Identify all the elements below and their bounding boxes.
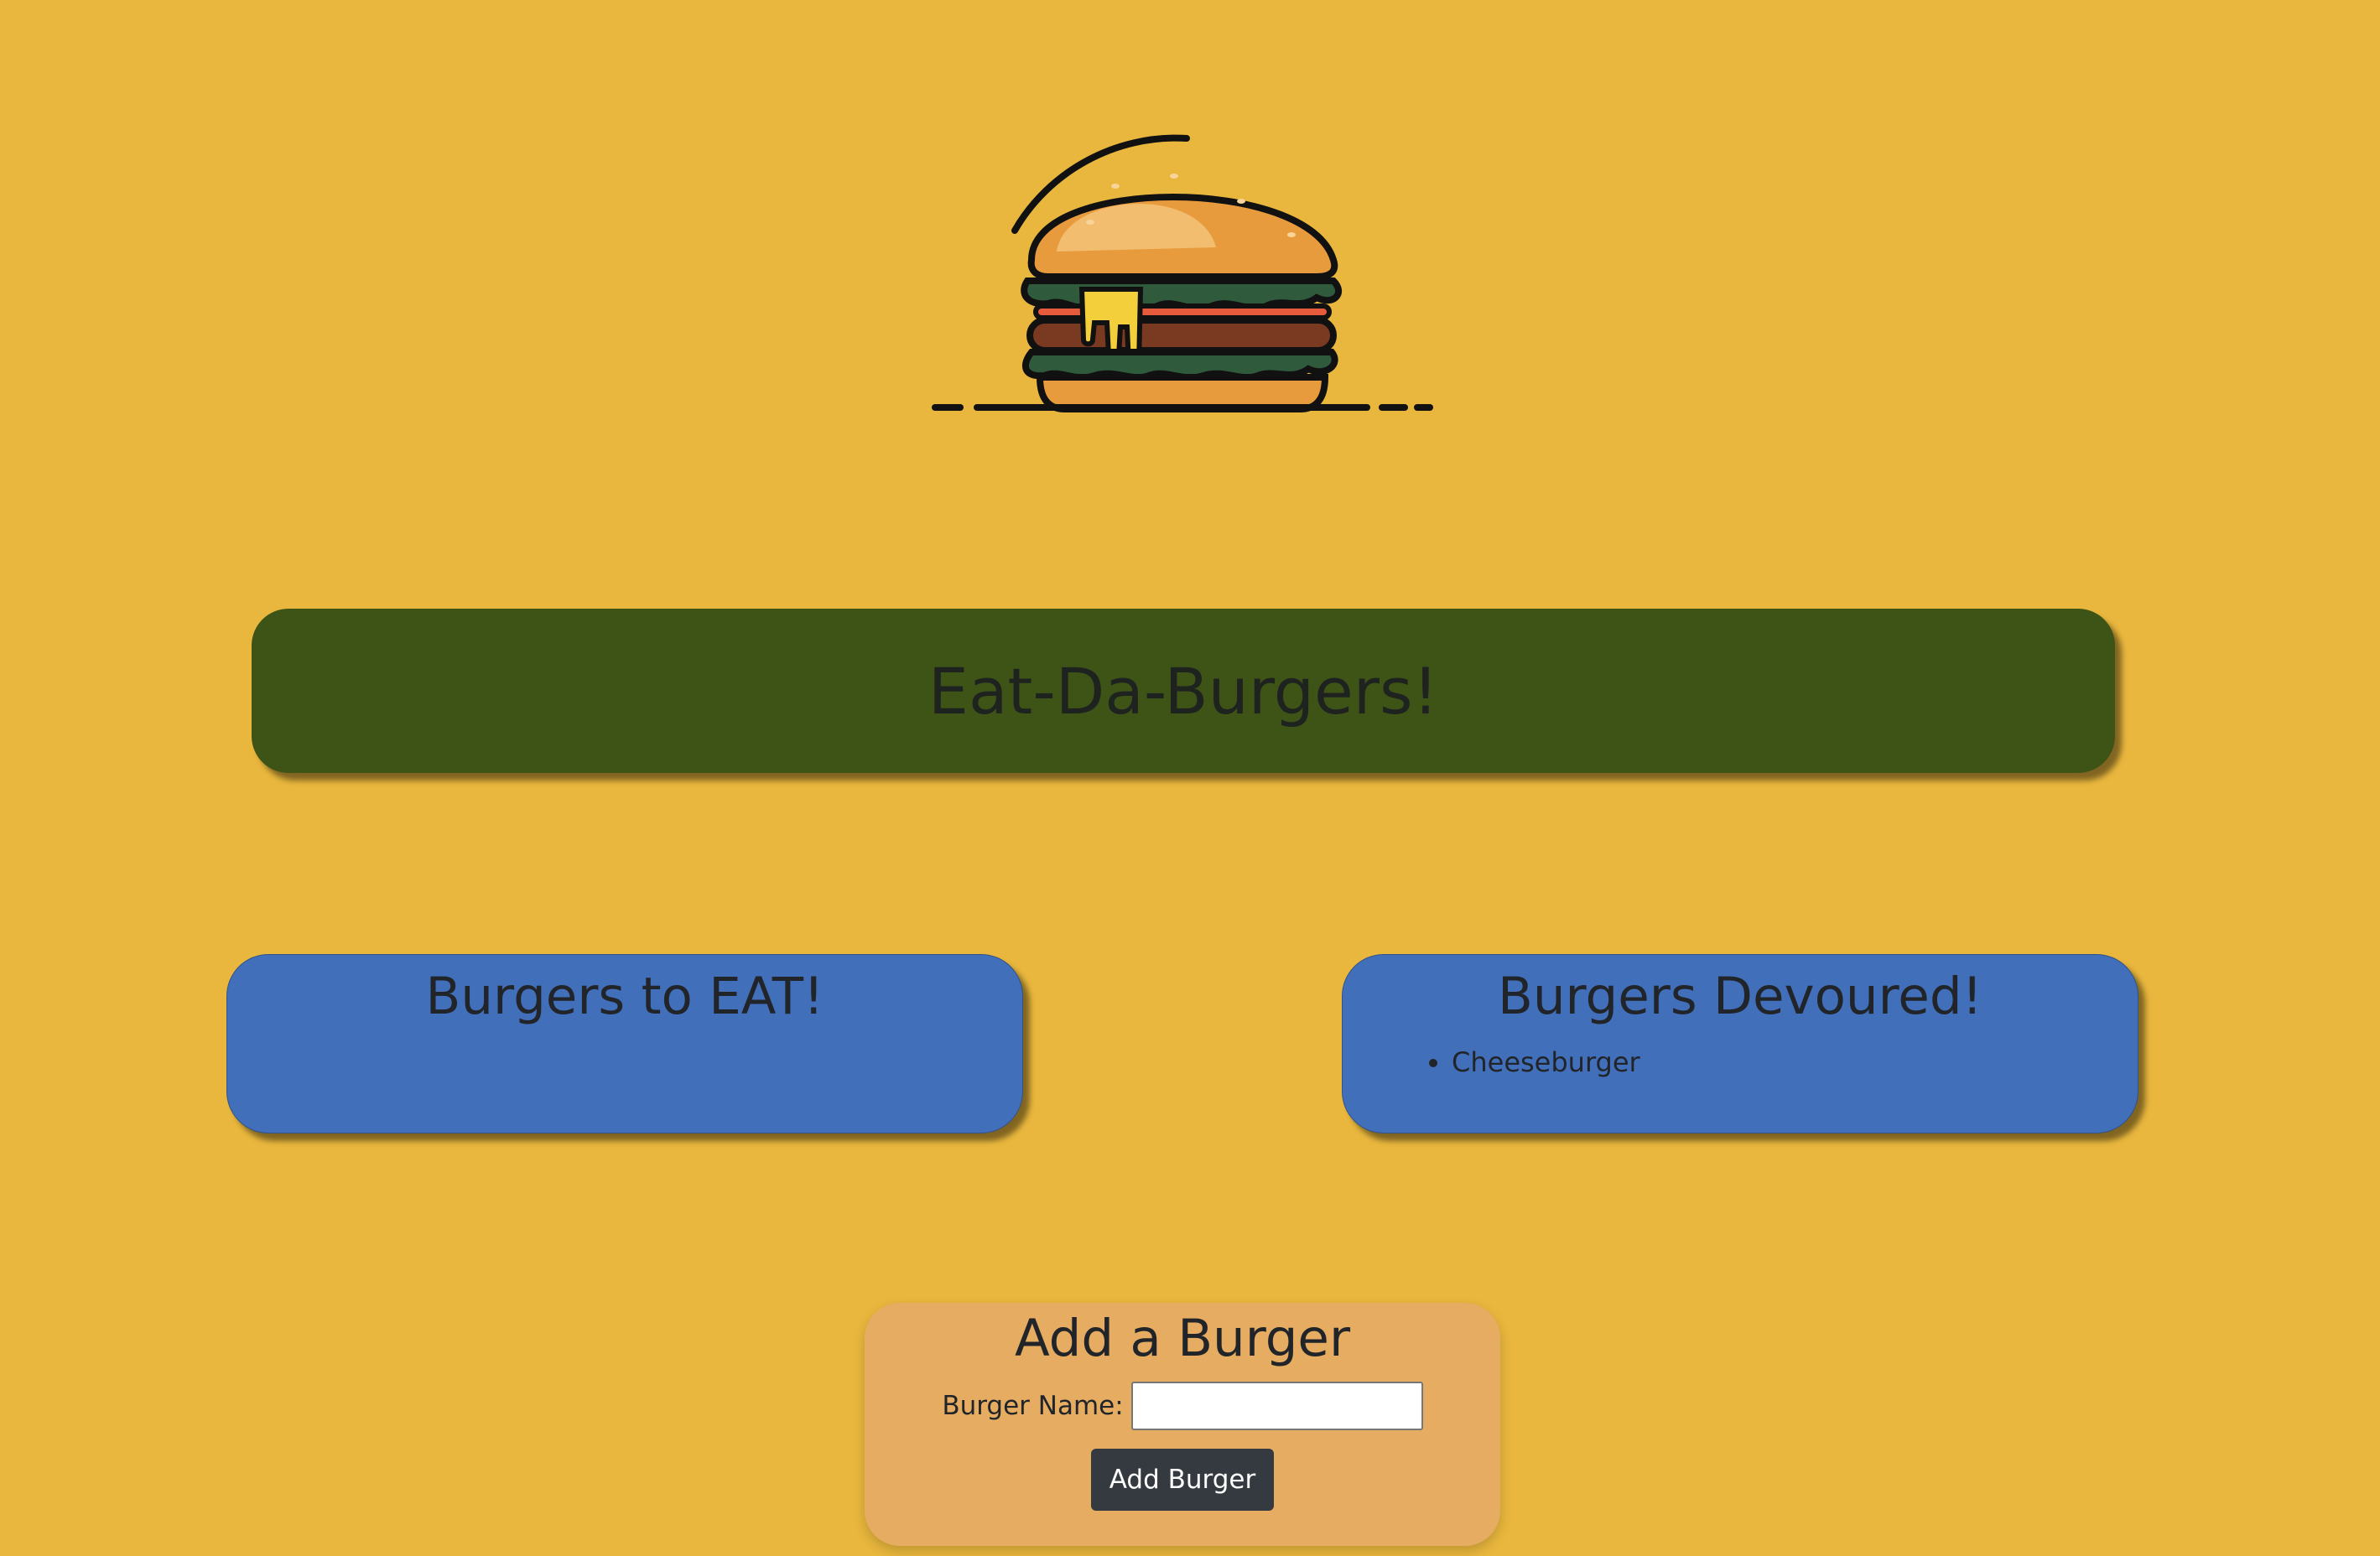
burger-name-input[interactable] [1130,1382,1423,1430]
burger-logo [922,126,1442,419]
burger-icon [932,134,1433,412]
burger-name-row: Burger Name: [865,1382,1500,1430]
page-title: Eat-Da-Burgers! [928,653,1439,729]
burgers-devoured-list: Cheeseburger [1343,1042,2138,1082]
burgers-to-eat-panel: Burgers to EAT! [226,954,1023,1133]
burgers-devoured-panel: Burgers Devoured! Cheeseburger [1342,954,2138,1133]
add-burger-title: Add a Burger [1014,1309,1351,1368]
add-burger-form: Add a Burger Burger Name: Add Burger [865,1303,1500,1546]
burger-name-label: Burger Name: [942,1391,1124,1421]
add-burger-button[interactable]: Add Burger [1091,1449,1274,1511]
burgers-devoured-title: Burgers Devoured! [1497,967,1983,1026]
header-jumbotron: Eat-Da-Burgers! [252,609,2115,773]
list-item: Cheeseburger [1452,1042,2138,1082]
burgers-to-eat-title: Burgers to EAT! [425,967,824,1026]
